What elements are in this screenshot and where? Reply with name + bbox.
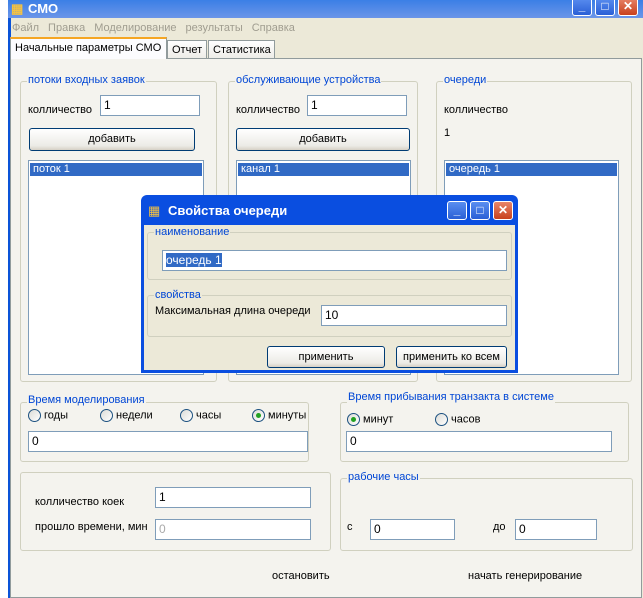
sim-time-title: Время моделирования bbox=[27, 394, 146, 406]
sim-time-input[interactable]: 0 bbox=[28, 431, 308, 452]
close-button[interactable]: ✕ bbox=[618, 0, 638, 16]
apply-button[interactable]: применить bbox=[267, 346, 385, 368]
from-input[interactable]: 0 bbox=[370, 519, 455, 540]
work-hours-group bbox=[340, 478, 633, 551]
tab-statistics[interactable]: Статистика bbox=[208, 40, 275, 59]
beds-count-label: колличество коек bbox=[35, 496, 125, 508]
radio-minutes[interactable]: минуты bbox=[252, 409, 306, 422]
tab-report[interactable]: Отчет bbox=[167, 40, 207, 59]
queues-title: очереди bbox=[443, 74, 488, 86]
dialog-minimize-button[interactable]: _ bbox=[447, 201, 467, 220]
radio-label: годы bbox=[44, 409, 68, 422]
menu-results[interactable]: результаты bbox=[186, 22, 243, 34]
radio-selected-icon bbox=[347, 413, 360, 426]
dialog-maximize-button[interactable]: □ bbox=[470, 201, 490, 220]
name-group-title: наименование bbox=[154, 226, 231, 238]
radio-label: минуты bbox=[268, 409, 307, 422]
radio-hours[interactable]: часы bbox=[180, 409, 221, 422]
radio-weeks[interactable]: недели bbox=[100, 409, 153, 422]
to-label: до bbox=[493, 521, 506, 533]
streams-title: потоки входных заявок bbox=[27, 74, 146, 86]
list-item[interactable]: очередь 1 bbox=[446, 163, 617, 176]
window-title: СМО bbox=[28, 1, 59, 16]
radio-label: недели bbox=[116, 409, 153, 422]
queues-count-label: колличество bbox=[444, 104, 509, 116]
radio-arrival-hours[interactable]: часов bbox=[435, 413, 480, 426]
servers-title: обслуживающие устройства bbox=[235, 74, 382, 86]
radio-label: часов bbox=[451, 413, 481, 426]
menu-edit[interactable]: Правка bbox=[48, 22, 85, 34]
menu-file[interactable]: Файл bbox=[12, 22, 39, 34]
work-hours-title: рабочие часы bbox=[347, 471, 420, 483]
apply-all-button[interactable]: применить ко всем bbox=[396, 346, 507, 368]
list-item[interactable]: канал 1 bbox=[238, 163, 409, 176]
servers-count-label: колличество bbox=[236, 104, 301, 116]
app-icon: ▦ bbox=[11, 1, 24, 16]
menu-help[interactable]: Справка bbox=[252, 22, 295, 34]
radio-label: минут bbox=[363, 413, 394, 426]
menu-bar: Файл Правка Моделирование результаты Справка bbox=[12, 22, 304, 34]
list-item[interactable]: поток 1 bbox=[30, 163, 202, 176]
start-generation-button[interactable]: начать генерирование bbox=[468, 570, 582, 582]
queue-name-input[interactable]: очередь 1 bbox=[162, 250, 507, 271]
queues-count: 1 bbox=[444, 127, 451, 139]
stop-button[interactable]: остановить bbox=[272, 570, 330, 582]
menu-modeling[interactable]: Моделирование bbox=[94, 22, 176, 34]
from-label: с bbox=[347, 521, 353, 533]
radio-icon bbox=[28, 409, 41, 422]
dialog-title: Свойства очереди bbox=[168, 203, 288, 218]
dialog-close-button[interactable]: ✕ bbox=[493, 201, 513, 220]
servers-count-input[interactable]: 1 bbox=[307, 95, 407, 116]
radio-label: часы bbox=[196, 409, 222, 422]
elapsed-label: прошло времени, мин bbox=[35, 521, 148, 533]
radio-years[interactable]: годы bbox=[28, 409, 68, 422]
arrival-title: Время прибывания транзакта в системе bbox=[347, 391, 555, 403]
add-stream-button[interactable]: добавить bbox=[29, 128, 195, 151]
radio-icon bbox=[180, 409, 193, 422]
dialog-body: наименование очередь 1 свойства Максимал… bbox=[144, 225, 515, 370]
minimize-button[interactable]: _ bbox=[572, 0, 592, 16]
streams-count-input[interactable]: 1 bbox=[100, 95, 200, 116]
radio-icon bbox=[100, 409, 113, 422]
queue-properties-dialog: ▦ Свойства очереди _ □ ✕ наименование оч… bbox=[141, 195, 518, 373]
streams-count-label: колличество bbox=[28, 104, 93, 116]
add-server-button[interactable]: добавить bbox=[236, 128, 410, 151]
tab-initial-params[interactable]: Начальные параметры СМО bbox=[10, 37, 167, 59]
beds-count-input[interactable]: 1 bbox=[155, 487, 311, 508]
max-length-input[interactable]: 10 bbox=[321, 305, 507, 326]
queue-name-value: очередь 1 bbox=[166, 253, 222, 267]
arrival-input[interactable]: 0 bbox=[346, 431, 612, 452]
radio-icon bbox=[435, 413, 448, 426]
dialog-icon: ▦ bbox=[148, 203, 161, 218]
maximize-button[interactable]: □ bbox=[595, 0, 615, 16]
title-bar: ▦ СМО bbox=[8, 0, 643, 18]
radio-selected-icon bbox=[252, 409, 265, 422]
elapsed-input: 0 bbox=[155, 519, 311, 540]
to-input[interactable]: 0 bbox=[515, 519, 597, 540]
props-group-title: свойства bbox=[154, 289, 202, 301]
max-length-label: Максимальная длина очереди bbox=[155, 305, 311, 317]
radio-arrival-minutes[interactable]: минут bbox=[347, 413, 393, 426]
